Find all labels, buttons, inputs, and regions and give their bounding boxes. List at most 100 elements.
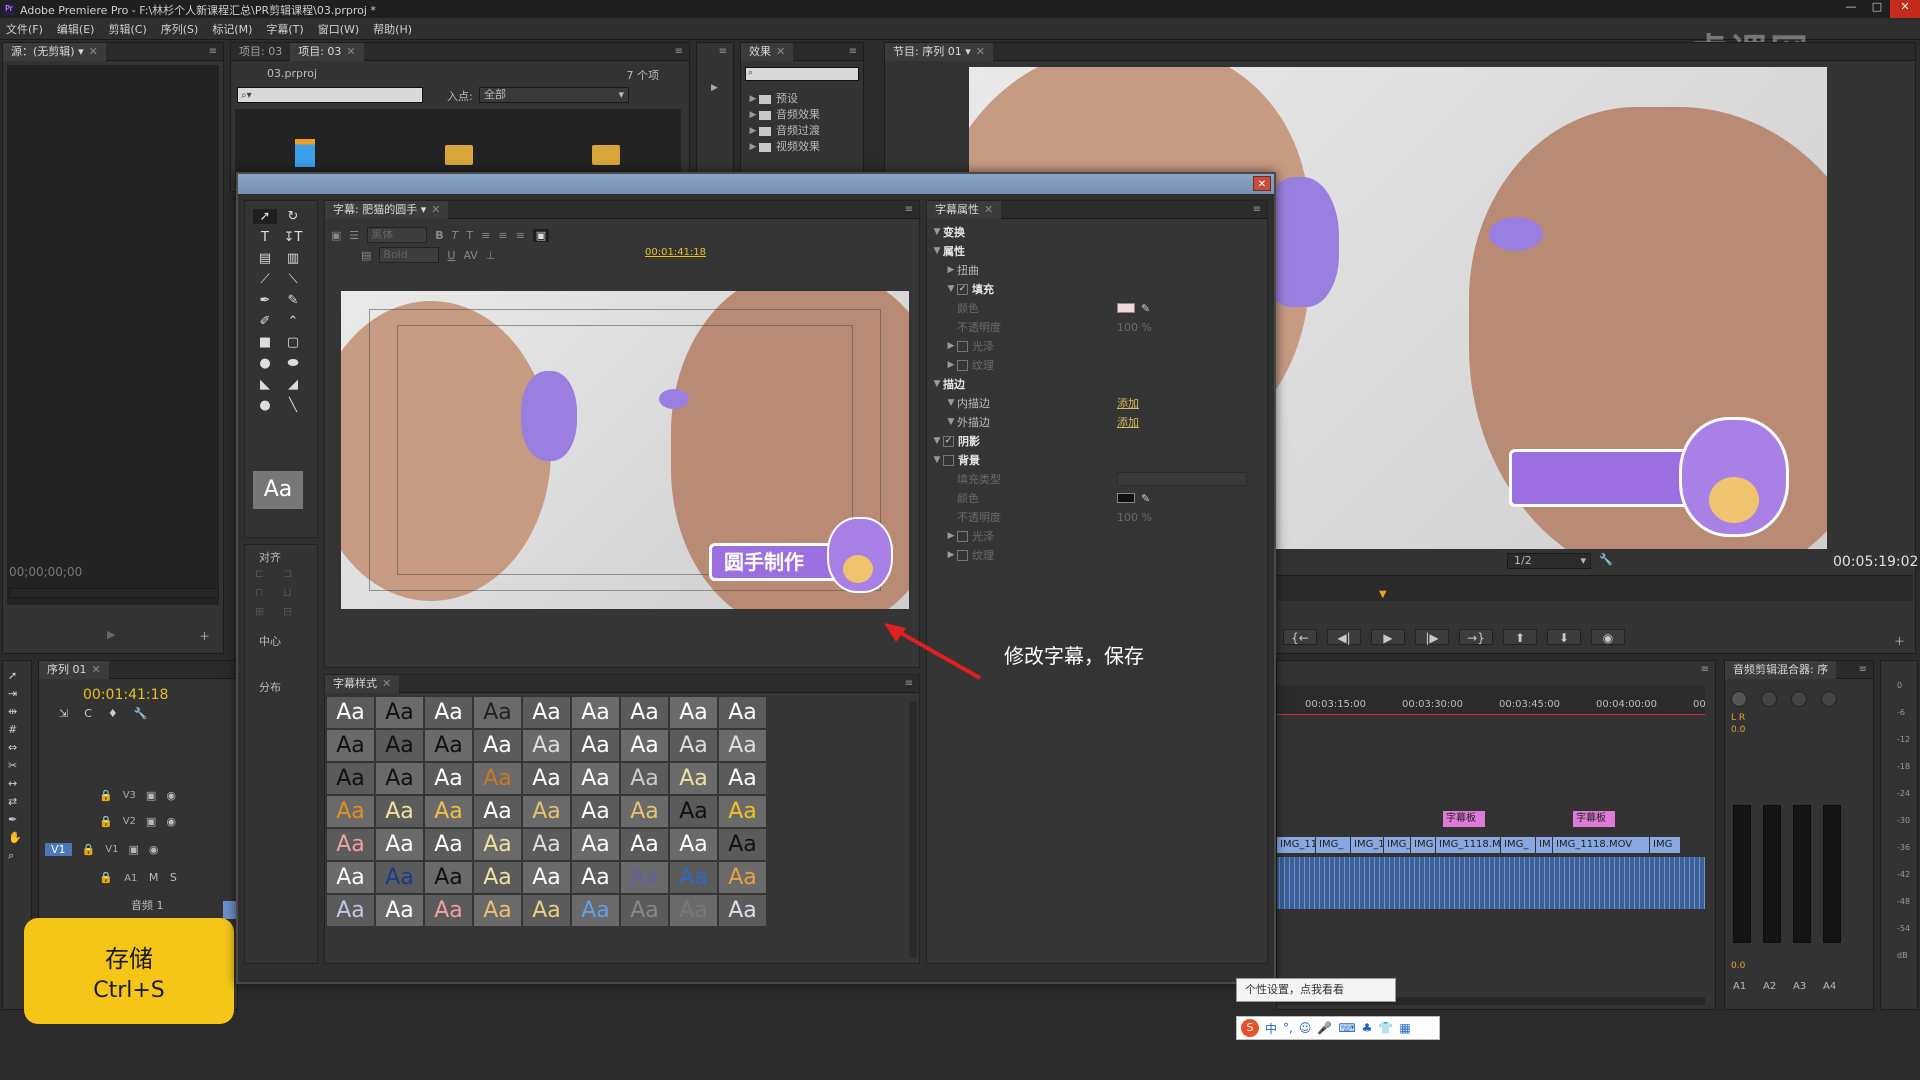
effects-item[interactable]: ▶ 视频效果 xyxy=(747,139,820,155)
title-style-swatch[interactable]: Aa xyxy=(523,796,570,827)
pan-knob-icon[interactable] xyxy=(1821,691,1837,707)
property-row[interactable]: 颜色 ✎ xyxy=(931,489,1261,508)
title-style-swatch[interactable]: Aa xyxy=(621,862,668,893)
lock-icon[interactable]: 🔒 xyxy=(99,871,113,884)
film-icon[interactable]: ▣ xyxy=(146,815,156,828)
title-style-swatch[interactable]: Aa xyxy=(425,862,472,893)
eye-icon[interactable]: ◉ xyxy=(166,815,176,828)
vertical-area-type-icon[interactable]: ▥ xyxy=(281,251,305,266)
inpoint-dropdown[interactable]: 全部 ▾ xyxy=(479,87,629,103)
punctuation-icon[interactable]: °, xyxy=(1283,1021,1293,1035)
lock-icon[interactable]: 🔒 xyxy=(99,815,113,828)
wrench-icon[interactable]: 🔧 xyxy=(1599,553,1613,566)
timeline-ruler[interactable]: 00:03:15:00 00:03:30:00 00:03:45:00 00:0… xyxy=(1277,685,1706,715)
title-style-swatch[interactable]: Aa xyxy=(621,730,668,761)
effects-search-input[interactable]: ⌕ xyxy=(745,67,859,81)
title-style-swatch[interactable]: Aa xyxy=(670,829,717,860)
eyedropper-icon[interactable]: ✎ xyxy=(1141,489,1150,508)
source-patch-v1[interactable]: V1 xyxy=(45,842,72,856)
title-style-swatch[interactable]: Aa xyxy=(474,763,521,794)
property-row[interactable]: ▼ 内描边 添加 xyxy=(931,394,1261,413)
title-style-swatch[interactable]: Aa xyxy=(572,796,619,827)
mute-button[interactable]: M xyxy=(149,871,159,884)
expand-right-icon[interactable]: ▶ xyxy=(945,337,957,356)
checkbox[interactable] xyxy=(957,550,968,561)
title-style-swatch[interactable]: Aa xyxy=(719,895,766,926)
video-clip[interactable]: IMG xyxy=(1650,837,1680,853)
tab-project-1[interactable]: 项目: 03 xyxy=(231,43,290,61)
title-style-swatch[interactable]: Aa xyxy=(425,730,472,761)
title-style-swatch[interactable]: Aa xyxy=(425,796,472,827)
title-style-swatch[interactable]: Aa xyxy=(670,895,717,926)
title-style-swatch[interactable]: Aa xyxy=(719,763,766,794)
film-icon[interactable]: ▣ xyxy=(128,843,138,856)
video-clip[interactable]: IMG_ xyxy=(1316,837,1350,853)
camera-icon[interactable]: ◉ xyxy=(1591,629,1625,645)
marker-icon[interactable]: ♦ xyxy=(108,707,118,720)
title-style-swatch[interactable]: Aa xyxy=(376,862,423,893)
title-style-swatch[interactable]: Aa xyxy=(572,697,619,728)
title-style-swatch[interactable]: Aa xyxy=(327,730,374,761)
maximize-icon[interactable]: □ xyxy=(1864,0,1890,18)
rounded-rect-tool-icon[interactable]: ▢ xyxy=(281,335,305,350)
title-style-swatch[interactable]: Aa xyxy=(670,796,717,827)
expand-down-icon[interactable]: ▼ xyxy=(945,394,957,413)
sequence-thumb-icon[interactable] xyxy=(295,139,315,167)
add-stroke-link[interactable]: 添加 xyxy=(1117,394,1139,413)
titler-canvas[interactable]: 圆手制作 xyxy=(341,291,909,609)
expand-down-icon[interactable]: ▼ xyxy=(945,413,957,432)
checkbox[interactable] xyxy=(957,531,968,542)
underline-icon[interactable]: U xyxy=(447,249,455,262)
keyboard-icon[interactable]: ⌨ xyxy=(1338,1021,1355,1035)
roll-crawl-icon[interactable]: ☰ xyxy=(349,229,359,242)
title-style-swatch[interactable]: Aa xyxy=(719,730,766,761)
menu-edit[interactable]: 编辑(E) xyxy=(57,21,95,37)
tab-source[interactable]: 源：(无剪辑) ▾ ✕ xyxy=(3,42,106,61)
checkbox[interactable] xyxy=(957,341,968,352)
add-anchor-icon[interactable]: ✐ xyxy=(253,314,277,329)
title-style-swatch[interactable]: Aa xyxy=(327,697,374,728)
checkbox[interactable]: ✓ xyxy=(957,284,968,295)
vertical-type-icon[interactable]: ↧T xyxy=(281,230,305,245)
menu-marker[interactable]: 标记(M) xyxy=(212,21,252,37)
solo-button[interactable]: S xyxy=(170,871,177,884)
property-row[interactable]: 颜色 ✎ xyxy=(931,299,1261,318)
title-style-swatch[interactable]: Aa xyxy=(327,895,374,926)
title-style-swatch[interactable]: Aa xyxy=(474,697,521,728)
selection-tool-icon[interactable]: ➚ xyxy=(253,209,277,224)
lock-icon[interactable]: 🔒 xyxy=(99,789,113,802)
wedge-tool-icon[interactable]: ◣ xyxy=(253,377,277,392)
step-back-icon[interactable]: ◀| xyxy=(1327,629,1361,645)
eye-icon[interactable]: ◉ xyxy=(166,789,176,802)
title-style-swatch[interactable]: Aa xyxy=(719,829,766,860)
tab-program[interactable]: 节目: 序列 01 ▾ ✕ xyxy=(885,42,993,61)
rolling-edit-icon[interactable]: # xyxy=(8,723,22,736)
video-clip[interactable]: IMG_1 xyxy=(1351,837,1383,853)
menu-clip[interactable]: 剪辑(C) xyxy=(108,21,146,37)
pan-knob-icon[interactable] xyxy=(1791,691,1807,707)
slip-icon[interactable]: ↔ xyxy=(8,777,22,790)
title-style-swatch[interactable]: Aa xyxy=(474,796,521,827)
minimize-icon[interactable]: — xyxy=(1838,0,1864,18)
checkbox[interactable] xyxy=(943,455,954,466)
title-style-swatch[interactable]: Aa xyxy=(523,730,570,761)
audio-waveform-a1[interactable] xyxy=(1277,857,1705,909)
property-row[interactable]: ▼ ✓ 阴影 xyxy=(931,432,1261,451)
ellipse-tool-icon[interactable]: ● xyxy=(253,398,277,413)
rotate-tool-icon[interactable]: ↻ xyxy=(281,209,305,224)
arc-tool-icon[interactable]: ◢ xyxy=(281,377,305,392)
align-top-icon[interactable]: ⊓ xyxy=(255,586,277,599)
pen-icon[interactable]: ✒ xyxy=(8,813,22,826)
pen-tool-icon[interactable]: ✒ xyxy=(253,293,277,308)
video-clip[interactable]: IMG_1118.MOV xyxy=(1553,837,1649,853)
panel-menu-icon[interactable]: ≡ xyxy=(905,204,913,215)
title-style-swatch[interactable]: Aa xyxy=(572,895,619,926)
fill-type-dropdown[interactable] xyxy=(1117,472,1247,486)
add-stroke-link[interactable]: 添加 xyxy=(1117,413,1139,432)
title-clip[interactable]: 字幕板 xyxy=(1573,811,1615,827)
step-forward-icon[interactable]: |▶ xyxy=(1415,629,1449,645)
clipped-rect-tool-icon[interactable]: ● xyxy=(253,356,277,371)
expand-down-icon[interactable]: ▼ xyxy=(931,223,943,242)
title-style-swatch[interactable]: Aa xyxy=(376,697,423,728)
expand-right-icon[interactable]: ▶ xyxy=(945,356,957,375)
